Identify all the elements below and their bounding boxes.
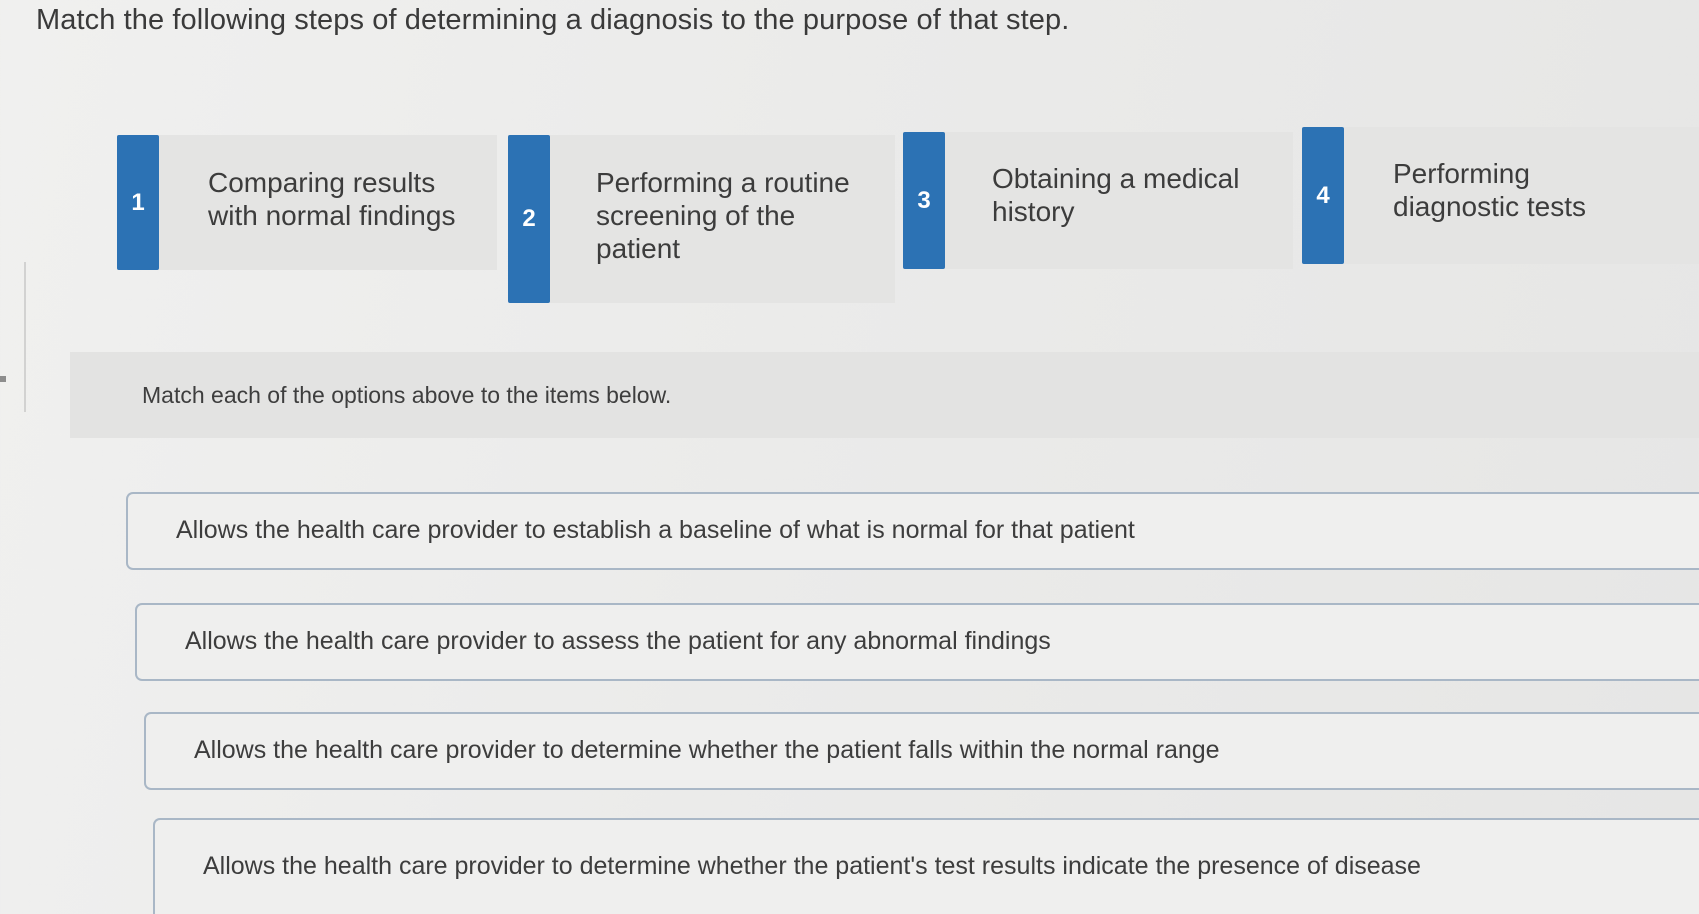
drop-target-4[interactable]: Allows the health care provider to deter… xyxy=(153,818,1699,914)
instructions-panel: Match each of the options above to the i… xyxy=(70,352,1699,438)
drop-target-text: Allows the health care provider to deter… xyxy=(194,736,1220,764)
option-label: Comparing results with normal findings xyxy=(208,167,456,231)
option-card-4[interactable]: 4 Performing diagnostic tests xyxy=(1302,127,1699,264)
left-edge xyxy=(0,262,26,412)
option-number-badge: 2 xyxy=(508,135,550,303)
option-card-1[interactable]: 1 Comparing results with normal findings xyxy=(117,135,497,270)
option-label: Performing diagnostic tests xyxy=(1393,158,1586,222)
drop-target-text: Allows the health care provider to estab… xyxy=(176,516,1135,544)
option-number-badge: 1 xyxy=(117,135,159,270)
drop-target-text: Allows the health care provider to deter… xyxy=(203,852,1421,880)
drop-target-3[interactable]: Allows the health care provider to deter… xyxy=(144,712,1699,790)
option-number-badge: 3 xyxy=(903,132,945,269)
drop-target-1[interactable]: Allows the health care provider to estab… xyxy=(126,492,1699,570)
instructions-text: Match each of the options above to the i… xyxy=(142,382,672,408)
drop-target-2[interactable]: Allows the health care provider to asses… xyxy=(135,603,1699,681)
option-number-badge: 4 xyxy=(1302,127,1344,264)
option-label: Obtaining a medical history xyxy=(992,163,1240,227)
option-card-2[interactable]: 2 Performing a routine screening of the … xyxy=(508,135,895,303)
drop-target-text: Allows the health care provider to asses… xyxy=(185,627,1051,655)
option-label: Performing a routine screening of the pa… xyxy=(596,167,850,264)
left-edge-marker xyxy=(0,376,6,382)
question-prompt: Match the following steps of determining… xyxy=(36,4,1070,36)
option-card-3[interactable]: 3 Obtaining a medical history xyxy=(903,132,1293,269)
